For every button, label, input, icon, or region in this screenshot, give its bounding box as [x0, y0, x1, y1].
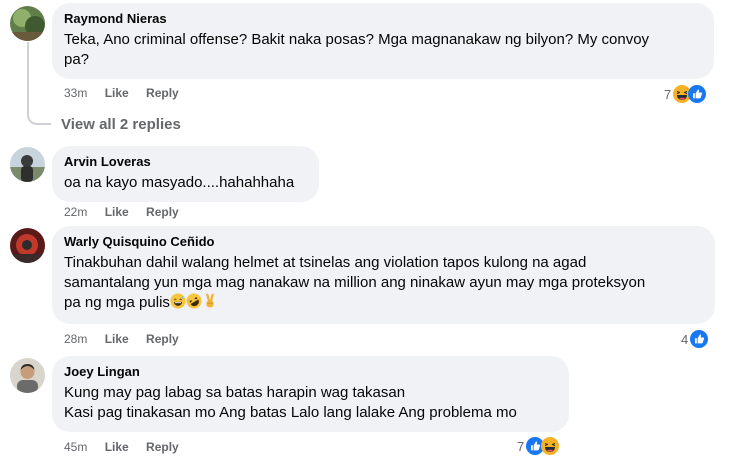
- comment-text: Tinakbuhan dahil walang helmet at tsinel…: [64, 253, 703, 315]
- comment-author[interactable]: Raymond Nieras: [64, 11, 702, 27]
- comment-author[interactable]: Arvin Loveras: [64, 154, 307, 170]
- comment-timestamp[interactable]: 28m: [64, 332, 87, 346]
- comment-bubble: Warly Quisquino Ceñido Tinakbuhan dahil …: [52, 226, 715, 324]
- reply-button[interactable]: Reply: [146, 440, 179, 454]
- avatar[interactable]: [10, 6, 45, 41]
- like-button[interactable]: Like: [105, 332, 129, 346]
- view-replies-link[interactable]: View all 2 replies: [61, 116, 181, 133]
- comment-actions: 22m Like Reply: [64, 204, 193, 220]
- like-icon: [690, 330, 708, 348]
- reaction-count: 7: [664, 86, 672, 102]
- comment-bubble: Raymond Nieras Teka, Ano criminal offens…: [52, 3, 714, 79]
- comment-text: Teka, Ano criminal offense? Bakit naka p…: [64, 31, 650, 68]
- like-icon: [688, 85, 706, 103]
- rofl-emoji: [186, 293, 202, 315]
- comment-text: Kung may pag labag sa batas harapin wag …: [64, 384, 517, 421]
- comment-timestamp[interactable]: 33m: [64, 86, 87, 100]
- avatar[interactable]: [10, 147, 45, 182]
- reaction-summary[interactable]: 7: [664, 85, 706, 103]
- avatar[interactable]: [10, 228, 45, 263]
- reaction-count: 7: [517, 438, 525, 454]
- comment-author[interactable]: Warly Quisquino Ceñido: [64, 234, 703, 250]
- reaction-summary[interactable]: 4: [681, 330, 708, 348]
- like-button[interactable]: Like: [105, 86, 129, 100]
- comment-actions: 45m Like Reply: [64, 439, 193, 455]
- comment-bubble: Joey Lingan Kung may pag labag sa batas …: [52, 356, 569, 432]
- like-button[interactable]: Like: [105, 440, 129, 454]
- comment-timestamp[interactable]: 45m: [64, 440, 87, 454]
- like-button[interactable]: Like: [105, 205, 129, 219]
- reaction-summary[interactable]: 7: [517, 437, 559, 455]
- comment-actions: 28m Like Reply: [64, 331, 193, 347]
- reaction-count: 4: [681, 331, 689, 347]
- comment-text: oa na kayo masyado....hahahhaha: [64, 174, 295, 191]
- haha-icon: [541, 437, 559, 455]
- comment-author[interactable]: Joey Lingan: [64, 364, 557, 380]
- thread-connector: [27, 42, 51, 125]
- reply-button[interactable]: Reply: [146, 205, 179, 219]
- reply-button[interactable]: Reply: [146, 86, 179, 100]
- reply-button[interactable]: Reply: [146, 332, 179, 346]
- comment-actions: 33m Like Reply: [64, 85, 193, 101]
- comment-timestamp[interactable]: 22m: [64, 205, 87, 219]
- victory-hand-emoji: [202, 293, 218, 315]
- grinning-sweat-emoji: [170, 293, 186, 315]
- avatar[interactable]: [10, 358, 45, 393]
- comment-bubble: Arvin Loveras oa na kayo masyado....haha…: [52, 146, 319, 202]
